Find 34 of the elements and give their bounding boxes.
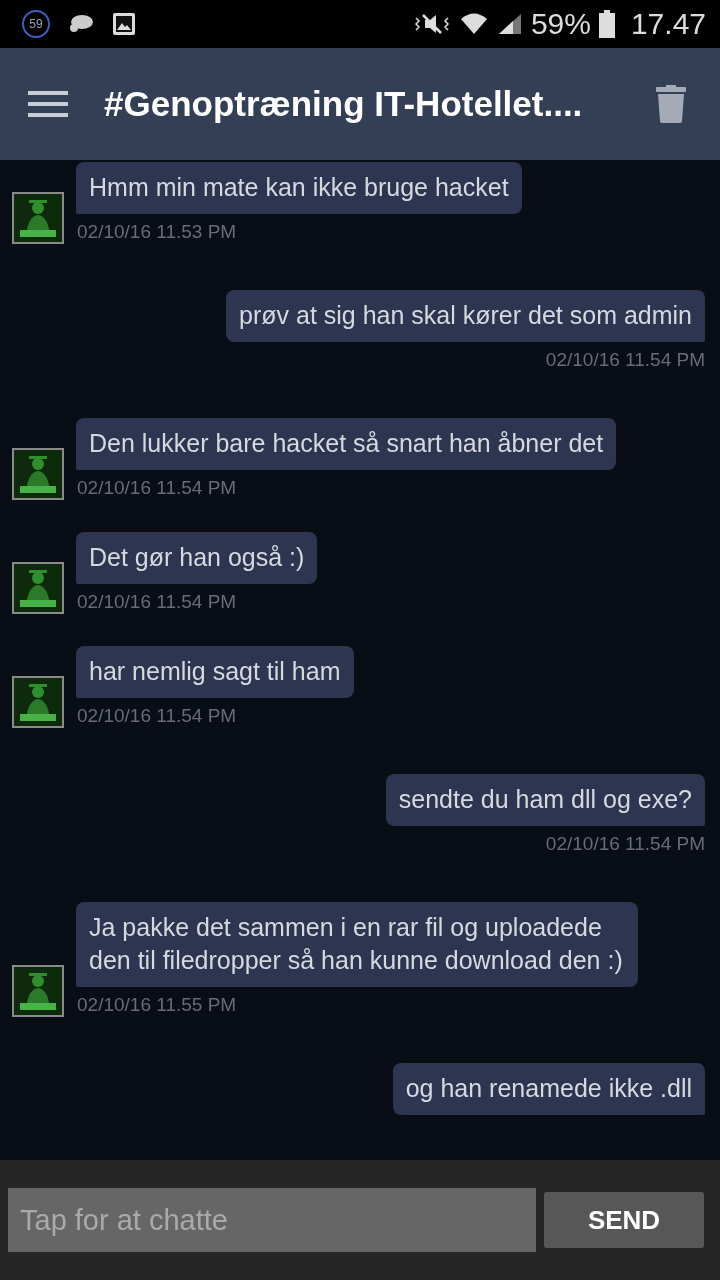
message-bubble: og han renamede ikke .dll <box>392 1063 705 1115</box>
message-timestamp: 02/10/16 11.54 PM <box>545 348 705 372</box>
trash-icon <box>656 85 686 123</box>
message-timestamp: 02/10/16 11.54 PM <box>77 590 237 614</box>
chat-title: #Genoptræning IT-Hotellet.... <box>104 84 584 124</box>
message-timestamp: 02/10/16 11.54 PM <box>545 832 705 856</box>
avatar[interactable] <box>12 192 64 244</box>
message-timestamp: 02/10/16 11.54 PM <box>77 704 237 728</box>
message-bubble: har nemlig sagt til ham <box>76 646 354 698</box>
menu-button[interactable] <box>28 91 68 117</box>
chat-bubble-icon <box>68 13 94 35</box>
avatar[interactable] <box>12 448 64 500</box>
delete-button[interactable] <box>656 85 686 123</box>
message-timestamp: 02/10/16 11.54 PM <box>77 476 237 500</box>
message-input-field[interactable]: Tap for at chatte <box>8 1188 536 1252</box>
mute-icon <box>412 12 451 36</box>
menu-icon <box>28 91 68 117</box>
battery-percentage: 59% <box>530 7 591 41</box>
clock: 17.47 <box>630 7 706 41</box>
avatar[interactable] <box>12 965 64 1017</box>
message-timestamp: 02/10/16 11.55 PM <box>77 993 237 1017</box>
image-icon <box>112 12 136 36</box>
send-button[interactable]: SEND <box>544 1192 704 1248</box>
message-bubble: Hmm min mate kan ikke bruge hacket <box>76 162 522 214</box>
avatar[interactable] <box>12 562 64 614</box>
message-bubble: prøv at sig han skal kører det som admin <box>226 290 705 342</box>
avatar[interactable] <box>12 676 64 728</box>
message-bubble: Ja pakke det sammen i en rar fil og uploadede den til filedropper så han kunne download den :) <box>76 902 638 987</box>
battery-icon <box>598 10 615 38</box>
message-bubble: Det gør han også :) <box>76 532 318 584</box>
message-bubble: Den lukker bare hacket så snart han åbner det <box>76 418 617 470</box>
notification-count: 59 <box>22 10 50 38</box>
message-timestamp: 02/10/16 11.53 PM <box>77 220 237 244</box>
message-bubble: sendte du ham dll og exe? <box>385 774 705 826</box>
